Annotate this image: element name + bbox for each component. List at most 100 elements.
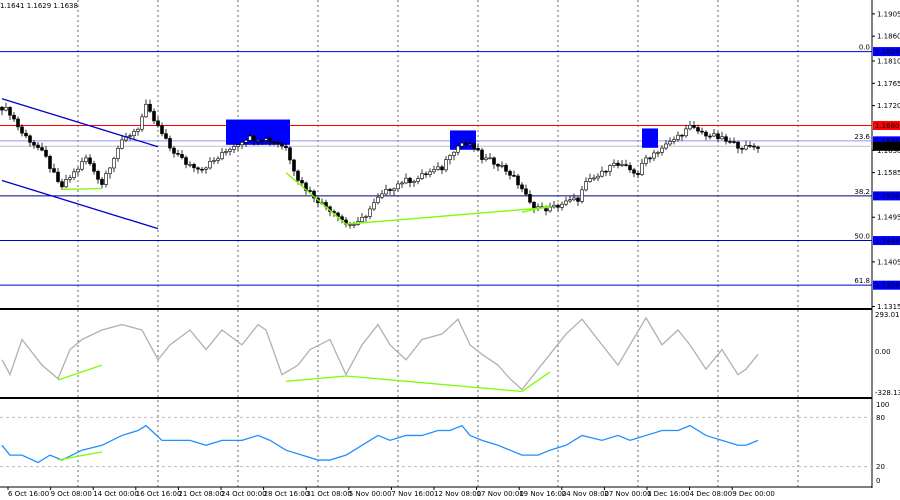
candle-body (552, 204, 556, 208)
candle-body (68, 177, 72, 180)
time-tick-label: 16 Oct 16:00 (136, 490, 182, 498)
candle-body (296, 170, 300, 181)
candle-body (456, 145, 460, 153)
candle-body (628, 165, 632, 171)
candle-body (412, 180, 416, 183)
time-tick-label: 14 Oct 00:00 (93, 490, 139, 498)
price-tick-label: 1.1765 (877, 80, 900, 88)
candle-body (200, 168, 204, 171)
price-tick-label: 1.1405 (877, 258, 900, 266)
candle-body (632, 169, 636, 174)
candle-body (208, 161, 212, 169)
time-tick-label: 19 Nov 16:00 (519, 490, 566, 498)
candle-body (72, 171, 76, 179)
candle-body (732, 141, 736, 143)
price-tick-label: 1.1905 (877, 10, 900, 18)
time-tick-label: 28 Oct 16:00 (264, 490, 310, 498)
candle-body (288, 147, 292, 161)
price-tick-label: 1.1495 (877, 214, 900, 222)
candle-body (212, 160, 216, 162)
candle-body (92, 163, 96, 172)
candle-body (252, 135, 256, 142)
candle-body (612, 162, 616, 166)
candle-body (476, 148, 480, 151)
candle-body (472, 143, 476, 149)
candle-body (532, 201, 536, 209)
candle-body (512, 175, 516, 177)
cci-tick-label: 0.00 (875, 348, 891, 356)
candle-body (688, 125, 692, 130)
candle-body (36, 144, 40, 148)
candle-body (240, 142, 244, 146)
candle-body (728, 141, 732, 143)
candle-body (608, 165, 612, 172)
fib-level-label: 50.0 (854, 233, 870, 241)
divergence-line (285, 172, 347, 225)
trading-chart[interactable]: 1.1641 1.1629 1.1638 1.1905 1.1860 1.1810 1… (0, 0, 900, 500)
chart-canvas[interactable]: 1.19051.18601.18101.17651.17201.16301.15… (0, 0, 900, 500)
candle-body (216, 158, 220, 161)
rsi-tick-label: 0 (876, 477, 880, 485)
candle-body (108, 167, 112, 174)
candle-body (704, 131, 708, 137)
candle-body (180, 154, 184, 158)
candle-body (720, 136, 724, 140)
candle-body (712, 133, 716, 137)
candle-body (0, 106, 4, 111)
candle-body (436, 166, 440, 170)
candle-body (376, 196, 380, 203)
candle-body (192, 164, 196, 169)
candle-body (236, 144, 240, 147)
price-label: 1.1680 (875, 122, 900, 130)
candle-body (196, 167, 200, 170)
time-tick-label: 5 Nov 00:00 (349, 490, 392, 498)
candle-body (464, 142, 468, 145)
candle-body (388, 189, 392, 191)
candle-body (424, 173, 428, 176)
candle-body (80, 161, 84, 170)
candle-body (84, 157, 88, 162)
candle-body (12, 114, 16, 120)
candle-body (292, 159, 296, 172)
candle-body (752, 145, 756, 148)
rsi-line (1, 424, 759, 464)
candle-body (260, 140, 264, 142)
candle-body (556, 204, 560, 208)
price-tick-label: 1.1810 (877, 58, 900, 66)
cci-divergence-line (521, 371, 551, 393)
time-tick-label: 31 Oct 08:00 (306, 490, 352, 498)
candle-body (112, 158, 116, 169)
candle-body (484, 157, 488, 160)
cci-tick-label: 293.0166 (875, 311, 900, 319)
candle-body (568, 199, 572, 202)
channel-line (1, 98, 159, 148)
candle-body (756, 146, 760, 149)
candle-body (564, 200, 568, 205)
candle-body (28, 135, 32, 143)
time-tick-label: 17 Nov 00:00 (477, 490, 524, 498)
candle-body (176, 153, 180, 155)
candle-body (420, 173, 424, 179)
candle-body (308, 190, 312, 192)
candle-body (232, 146, 236, 150)
price-tick-label: 1.1860 (877, 33, 900, 41)
candle-body (684, 128, 688, 137)
candle-body (372, 202, 376, 210)
candle-body (188, 164, 192, 166)
candle-body (572, 197, 576, 201)
candle-body (600, 170, 604, 177)
time-tick-label: 9 Oct 08:00 (51, 490, 92, 498)
cci-divergence-line (285, 375, 347, 383)
candle-body (708, 135, 712, 138)
candle-body (24, 132, 28, 137)
candle-body (64, 179, 68, 188)
candle-body (740, 147, 744, 150)
candle-body (228, 149, 232, 152)
time-tick-label: 9 Dec 00:00 (732, 490, 775, 498)
candle-body (280, 143, 284, 147)
candle-body (596, 175, 600, 179)
candle-body (152, 111, 156, 122)
candle-body (4, 107, 8, 111)
candle-body (364, 216, 368, 218)
candle-body (148, 103, 152, 112)
